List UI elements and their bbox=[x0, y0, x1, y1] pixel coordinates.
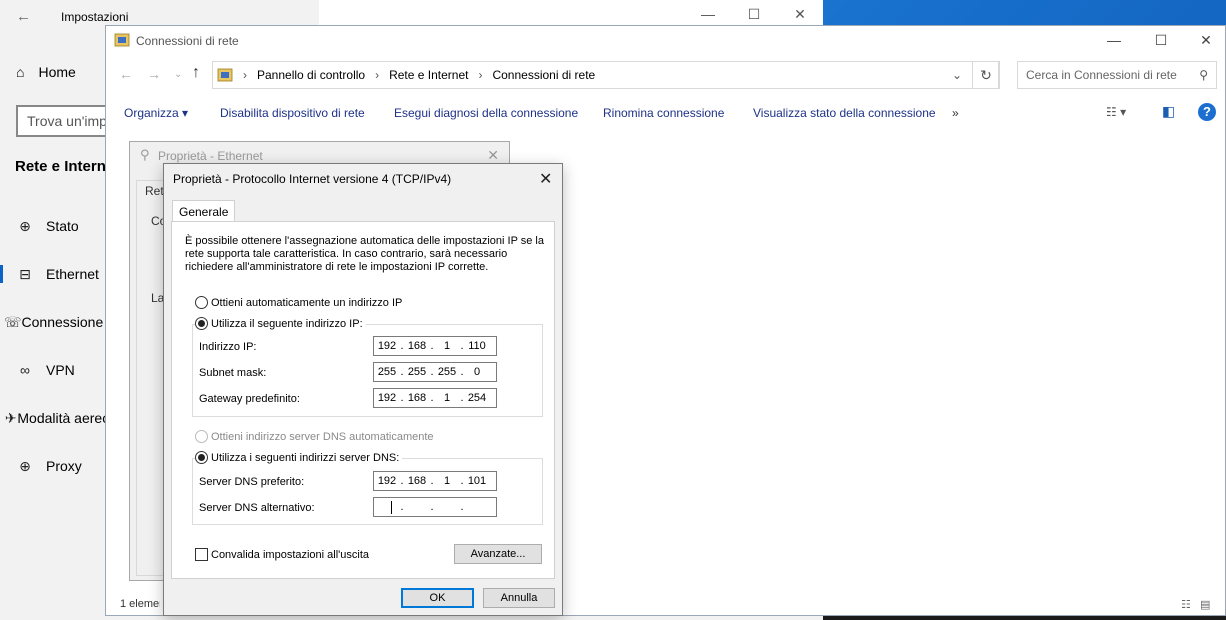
address-row: ← → ⌄ ↑ › Pannello di controllo › Rete e… bbox=[106, 60, 1225, 90]
preferred-dns-label: Server DNS preferito: bbox=[199, 476, 305, 488]
minimize-icon[interactable]: — bbox=[1104, 32, 1124, 48]
forward-arrow-icon[interactable]: → bbox=[147, 66, 161, 82]
ok-button[interactable]: OK bbox=[401, 588, 474, 608]
view-status-button[interactable]: Visualizza stato della connessione bbox=[753, 106, 936, 120]
more-commands-button[interactable]: » bbox=[952, 106, 959, 120]
address-bar[interactable]: › Pannello di controllo › Rete e Interne… bbox=[212, 61, 999, 89]
dialog-title: Proprietà - Protocollo Internet versione… bbox=[173, 172, 452, 186]
text-caret bbox=[391, 501, 392, 514]
maximize-icon[interactable]: ☐ bbox=[744, 6, 764, 23]
chevron-right-icon: › bbox=[478, 68, 483, 82]
command-bar: Organizza ▾ Disabilita dispositivo di re… bbox=[106, 98, 1225, 128]
control-panel-icon bbox=[217, 68, 233, 82]
help-icon[interactable]: ? bbox=[1198, 103, 1216, 121]
close-icon[interactable]: ✕ bbox=[790, 6, 810, 23]
network-titlebar: Connessioni di rete — ☐ ✕ bbox=[106, 26, 1225, 56]
auto-ip-radio[interactable]: Ottieni automaticamente un indirizzo IP bbox=[195, 296, 402, 309]
nav-label: Stato bbox=[46, 218, 79, 234]
chevron-right-icon: › bbox=[375, 68, 380, 82]
window-title: Connessioni di rete bbox=[136, 34, 239, 48]
network-folder-icon bbox=[114, 33, 130, 47]
nav-item-connessione-remota[interactable]: ☏ Connessione remota bbox=[0, 308, 110, 336]
nav-item-modalita-aereo[interactable]: ✈ Modalità aereo bbox=[0, 404, 110, 432]
breadcrumb-item[interactable]: Connessioni di rete bbox=[492, 68, 595, 82]
nav-label: Proxy bbox=[46, 458, 82, 474]
nav-item-ethernet[interactable]: ⊟ Ethernet bbox=[0, 260, 110, 288]
ip-address-field[interactable]: 192. 168. 1. 110 bbox=[373, 336, 497, 356]
ipv4-properties-dialog: Proprietà - Protocollo Internet versione… bbox=[163, 163, 563, 616]
refresh-icon: ↻ bbox=[980, 67, 992, 83]
alternate-dns-label: Server DNS alternativo: bbox=[199, 502, 315, 514]
tab-general[interactable]: Generale bbox=[172, 200, 236, 222]
alternate-dns-field[interactable]: . . . bbox=[373, 497, 497, 517]
dialup-icon: ☏ bbox=[4, 313, 22, 330]
radio-label: Utilizza i seguenti indirizzi server DNS… bbox=[211, 451, 400, 464]
globe-icon: ⊕ bbox=[19, 457, 31, 474]
nav-label: Connessione remota bbox=[21, 314, 110, 330]
back-arrow-icon[interactable]: ← bbox=[119, 66, 133, 82]
refresh-button[interactable]: ↻ bbox=[972, 61, 1000, 89]
up-arrow-icon[interactable]: ↑ bbox=[192, 64, 200, 82]
search-input[interactable]: Cerca in Connessioni di rete ⚲ bbox=[1017, 61, 1217, 89]
radio-label: Ottieni indirizzo server DNS automaticam… bbox=[211, 430, 434, 443]
advanced-button[interactable]: Avanzate... bbox=[454, 544, 542, 564]
manual-dns-radio[interactable]: Utilizza i seguenti indirizzi server DNS… bbox=[195, 451, 403, 464]
disable-device-button[interactable]: Disabilita dispositivo di rete bbox=[220, 106, 365, 120]
close-icon[interactable]: ✕ bbox=[487, 147, 499, 164]
chevron-right-icon: › bbox=[243, 68, 247, 82]
status-text: 1 elemento bbox=[120, 598, 160, 610]
section-title: Rete e Internet bbox=[15, 158, 120, 175]
radio-label: Ottieni automaticamente un indirizzo IP bbox=[211, 296, 403, 309]
preview-pane-icon[interactable]: ◧ bbox=[1162, 103, 1175, 120]
subnet-mask-label: Subnet mask: bbox=[199, 367, 267, 379]
search-placeholder: Cerca in Connessioni di rete bbox=[1026, 68, 1177, 82]
home-label: Home bbox=[38, 64, 76, 80]
close-icon[interactable]: ✕ bbox=[539, 169, 552, 189]
manual-ip-radio[interactable]: Utilizza il seguente indirizzo IP: bbox=[195, 317, 366, 330]
search-icon: ⚲ bbox=[1199, 68, 1208, 82]
nav-label: Modalità aereo bbox=[17, 410, 110, 426]
subnet-mask-field[interactable]: 255. 255. 255. 0 bbox=[373, 362, 497, 382]
gateway-field[interactable]: 192. 168. 1. 254 bbox=[373, 388, 497, 408]
nav-item-stato[interactable]: ⊕ Stato bbox=[0, 212, 110, 240]
validate-on-exit-checkbox[interactable]: Convalida impostazioni all'uscita bbox=[195, 548, 369, 561]
airplane-icon: ✈ bbox=[4, 409, 17, 426]
ethernet-icon: ⊟ bbox=[19, 265, 31, 282]
dialog-title: Proprietà - Ethernet bbox=[158, 149, 263, 163]
settings-search-input[interactable]: Trova un'impostazione bbox=[16, 105, 111, 137]
auto-dns-radio[interactable]: Ottieni indirizzo server DNS automaticam… bbox=[195, 430, 434, 443]
diagnose-button[interactable]: Esegui diagnosi della connessione bbox=[394, 106, 578, 120]
cancel-button[interactable]: Annulla bbox=[483, 588, 555, 608]
back-arrow-icon[interactable]: ← bbox=[16, 8, 31, 25]
nav-item-vpn[interactable]: ∞ VPN bbox=[0, 356, 110, 384]
rename-button[interactable]: Rinomina connessione bbox=[603, 106, 724, 120]
nav-label: VPN bbox=[46, 362, 75, 378]
radio-label: Utilizza il seguente indirizzo IP: bbox=[211, 317, 363, 330]
network-adapter-icon: ⚲ bbox=[140, 147, 150, 162]
globe-icon: ⊕ bbox=[19, 217, 31, 234]
ip-address-label: Indirizzo IP: bbox=[199, 341, 257, 353]
chevron-down-icon[interactable]: ⌄ bbox=[952, 68, 962, 82]
breadcrumb-item[interactable]: Pannello di controllo bbox=[257, 68, 365, 82]
nav-label: Ethernet bbox=[46, 266, 99, 282]
maximize-icon[interactable]: ☐ bbox=[1151, 32, 1171, 49]
checkbox-label: Convalida impostazioni all'uscita bbox=[211, 548, 370, 561]
description-text: È possibile ottenere l'assegnazione auto… bbox=[185, 235, 544, 273]
organize-button[interactable]: Organizza ▾ bbox=[124, 106, 188, 120]
view-mode-icons[interactable]: ☷ ▤ bbox=[1181, 598, 1210, 611]
home-nav[interactable]: ⌂ Home bbox=[16, 64, 76, 80]
gateway-label: Gateway predefinito: bbox=[199, 393, 300, 405]
close-icon[interactable]: ✕ bbox=[1196, 32, 1216, 49]
general-tab-panel: È possibile ottenere l'assegnazione auto… bbox=[171, 221, 555, 579]
preferred-dns-field[interactable]: 192. 168. 1. 101 bbox=[373, 471, 497, 491]
recent-dropdown-icon[interactable]: ⌄ bbox=[174, 69, 182, 80]
vpn-icon: ∞ bbox=[20, 362, 30, 378]
view-options-icon[interactable]: ☷ ▾ bbox=[1106, 105, 1126, 119]
nav-item-proxy[interactable]: ⊕ Proxy bbox=[0, 452, 110, 480]
home-icon: ⌂ bbox=[16, 64, 25, 80]
minimize-icon[interactable]: — bbox=[698, 6, 718, 22]
settings-title: Impostazioni bbox=[61, 10, 129, 24]
breadcrumb-item[interactable]: Rete e Internet bbox=[389, 68, 468, 82]
